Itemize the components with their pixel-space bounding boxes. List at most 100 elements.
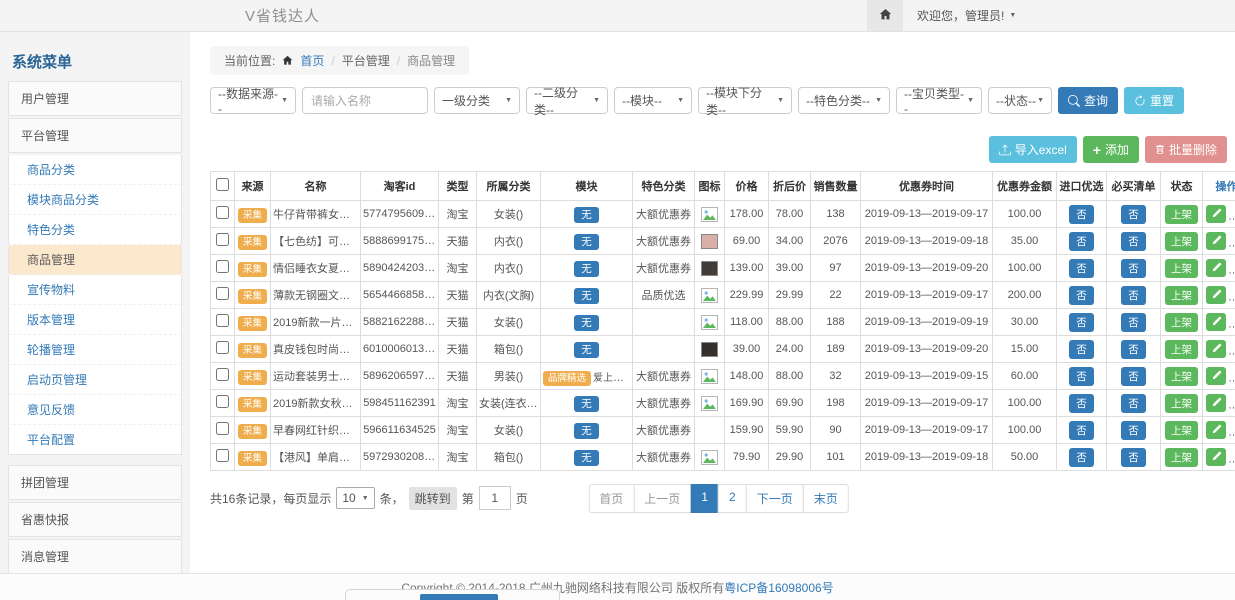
must-buy-toggle[interactable]: 否 — [1121, 232, 1146, 251]
sidebar-item-13[interactable]: 拼团管理 — [8, 465, 182, 500]
edit-button[interactable] — [1206, 286, 1226, 304]
status-button[interactable]: 上架 — [1165, 340, 1198, 359]
must-buy-toggle[interactable]: 否 — [1121, 286, 1146, 305]
item-type-select[interactable]: --宝贝类型--▼ — [896, 87, 982, 114]
table-row: 采集【港风】单肩斜跨链条...597293020870淘宝箱包()无大额优惠券7… — [211, 444, 1235, 471]
edit-button[interactable] — [1206, 367, 1226, 385]
must-buy-toggle[interactable]: 否 — [1121, 421, 1146, 440]
status-button[interactable]: 上架 — [1165, 448, 1198, 467]
level2-category-select[interactable]: --二级分类--▼ — [526, 87, 608, 114]
page-1-button[interactable]: 1 — [690, 484, 719, 513]
sidebar-item-8[interactable]: 版本管理 — [8, 305, 182, 335]
import-optional-toggle[interactable]: 否 — [1069, 205, 1094, 224]
must-buy-toggle[interactable]: 否 — [1121, 448, 1146, 467]
sidebar-item-3[interactable]: 商品分类 — [8, 155, 182, 185]
user-menu[interactable]: 欢迎您，管理员! ▼ — [903, 7, 1016, 24]
status-button[interactable]: 上架 — [1165, 421, 1198, 440]
import-excel-button[interactable]: 导入excel — [989, 136, 1077, 163]
sidebar-item-1[interactable]: 用户管理 — [8, 81, 182, 116]
must-buy-toggle[interactable]: 否 — [1121, 313, 1146, 332]
level1-category-select[interactable]: 一级分类▼ — [434, 87, 520, 114]
import-optional-toggle[interactable]: 否 — [1069, 313, 1094, 332]
row-checkbox[interactable] — [216, 233, 229, 246]
select-all-checkbox[interactable] — [216, 178, 229, 191]
module-badge: 无 — [574, 288, 599, 304]
status-button[interactable]: 上架 — [1165, 205, 1198, 224]
icp-link[interactable]: 粤ICP备16098006号 — [724, 579, 833, 596]
status-button[interactable]: 上架 — [1165, 367, 1198, 386]
import-optional-toggle[interactable]: 否 — [1069, 340, 1094, 359]
sidebar-item-5[interactable]: 特色分类 — [8, 215, 182, 245]
row-checkbox[interactable] — [216, 395, 229, 408]
status-button[interactable]: 上架 — [1165, 232, 1198, 251]
must-buy-toggle[interactable]: 否 — [1121, 259, 1146, 278]
must-buy-toggle[interactable]: 否 — [1121, 394, 1146, 413]
must-buy-toggle[interactable]: 否 — [1121, 205, 1146, 224]
status-button[interactable]: 上架 — [1165, 394, 1198, 413]
must-buy-toggle[interactable]: 否 — [1121, 367, 1146, 386]
next-page-button[interactable]: 下一页 — [746, 484, 804, 513]
sidebar-item-2[interactable]: 平台管理 — [8, 118, 182, 153]
sidebar-item-9[interactable]: 轮播管理 — [8, 335, 182, 365]
sidebar-item-11[interactable]: 意见反馈 — [8, 395, 182, 425]
row-checkbox[interactable] — [216, 314, 229, 327]
row-checkbox[interactable] — [216, 422, 229, 435]
sidebar-item-4[interactable]: 模块商品分类 — [8, 185, 182, 215]
sidebar-item-12[interactable]: 平台配置 — [8, 425, 182, 455]
module-sub-category-select[interactable]: --模块下分类--▼ — [698, 87, 792, 114]
edit-button[interactable] — [1206, 340, 1226, 358]
chevron-down-icon: ▼ — [362, 495, 369, 502]
edit-button[interactable] — [1206, 394, 1226, 412]
status-button[interactable]: 上架 — [1165, 259, 1198, 278]
coupon-amount-cell: 200.00 — [993, 282, 1057, 309]
breadcrumb-prefix: 当前位置: — [224, 52, 275, 69]
query-button[interactable]: 查询 — [1058, 87, 1118, 114]
home-button[interactable] — [867, 0, 903, 31]
edit-button[interactable] — [1206, 232, 1226, 250]
import-optional-toggle[interactable]: 否 — [1069, 286, 1094, 305]
sidebar-item-7[interactable]: 宣传物料 — [8, 275, 182, 305]
data-source-select[interactable]: --数据来源--▼ — [210, 87, 296, 114]
module-select[interactable]: --模块--▼ — [614, 87, 692, 114]
jump-page-input[interactable] — [479, 486, 511, 510]
add-button[interactable]: + 添加 — [1083, 136, 1139, 163]
name-input[interactable] — [302, 87, 428, 114]
pagination: 共16条记录，每页显示 10 ▼ 条， 跳转到 第 页 首页上一页12下一页末页 — [210, 483, 1227, 513]
edit-button[interactable] — [1206, 205, 1226, 223]
last-page-button[interactable]: 末页 — [803, 484, 849, 513]
sidebar-item-14[interactable]: 省惠快报 — [8, 502, 182, 537]
import-optional-toggle[interactable]: 否 — [1069, 259, 1094, 278]
edit-button[interactable] — [1206, 313, 1226, 331]
import-optional-toggle[interactable]: 否 — [1069, 394, 1094, 413]
feature-category-select[interactable]: --特色分类--▼ — [798, 87, 890, 114]
jump-button[interactable]: 跳转到 — [409, 487, 457, 510]
status-button[interactable]: 上架 — [1165, 286, 1198, 305]
prev-page-button[interactable]: 上一页 — [633, 484, 691, 513]
row-checkbox[interactable] — [216, 449, 229, 462]
status-select[interactable]: --状态--▼ — [988, 87, 1052, 114]
must-buy-toggle[interactable]: 否 — [1121, 340, 1146, 359]
import-optional-toggle[interactable]: 否 — [1069, 367, 1094, 386]
edit-button[interactable] — [1206, 448, 1226, 466]
reset-button[interactable]: 重置 — [1124, 87, 1184, 114]
batch-delete-button[interactable]: 批量删除 — [1145, 136, 1227, 163]
row-checkbox[interactable] — [216, 260, 229, 273]
breadcrumb-home-link[interactable]: 首页 — [300, 52, 324, 69]
import-optional-toggle[interactable]: 否 — [1069, 232, 1094, 251]
row-checkbox[interactable] — [216, 341, 229, 354]
status-button[interactable]: 上架 — [1165, 313, 1198, 332]
edit-button[interactable] — [1206, 421, 1226, 439]
page-2-button[interactable]: 2 — [718, 484, 747, 513]
import-optional-toggle[interactable]: 否 — [1069, 421, 1094, 440]
sidebar-item-15[interactable]: 消息管理 — [8, 539, 182, 573]
per-page-select[interactable]: 10 ▼ — [336, 487, 374, 509]
import-optional-toggle[interactable]: 否 — [1069, 448, 1094, 467]
row-checkbox[interactable] — [216, 206, 229, 219]
module-badge: 品牌精选 — [543, 371, 591, 386]
first-page-button[interactable]: 首页 — [588, 484, 634, 513]
row-checkbox[interactable] — [216, 368, 229, 381]
edit-button[interactable] — [1206, 259, 1226, 277]
row-checkbox[interactable] — [216, 287, 229, 300]
sidebar-item-6[interactable]: 商品管理 — [8, 245, 182, 275]
sidebar-item-10[interactable]: 启动页管理 — [8, 365, 182, 395]
